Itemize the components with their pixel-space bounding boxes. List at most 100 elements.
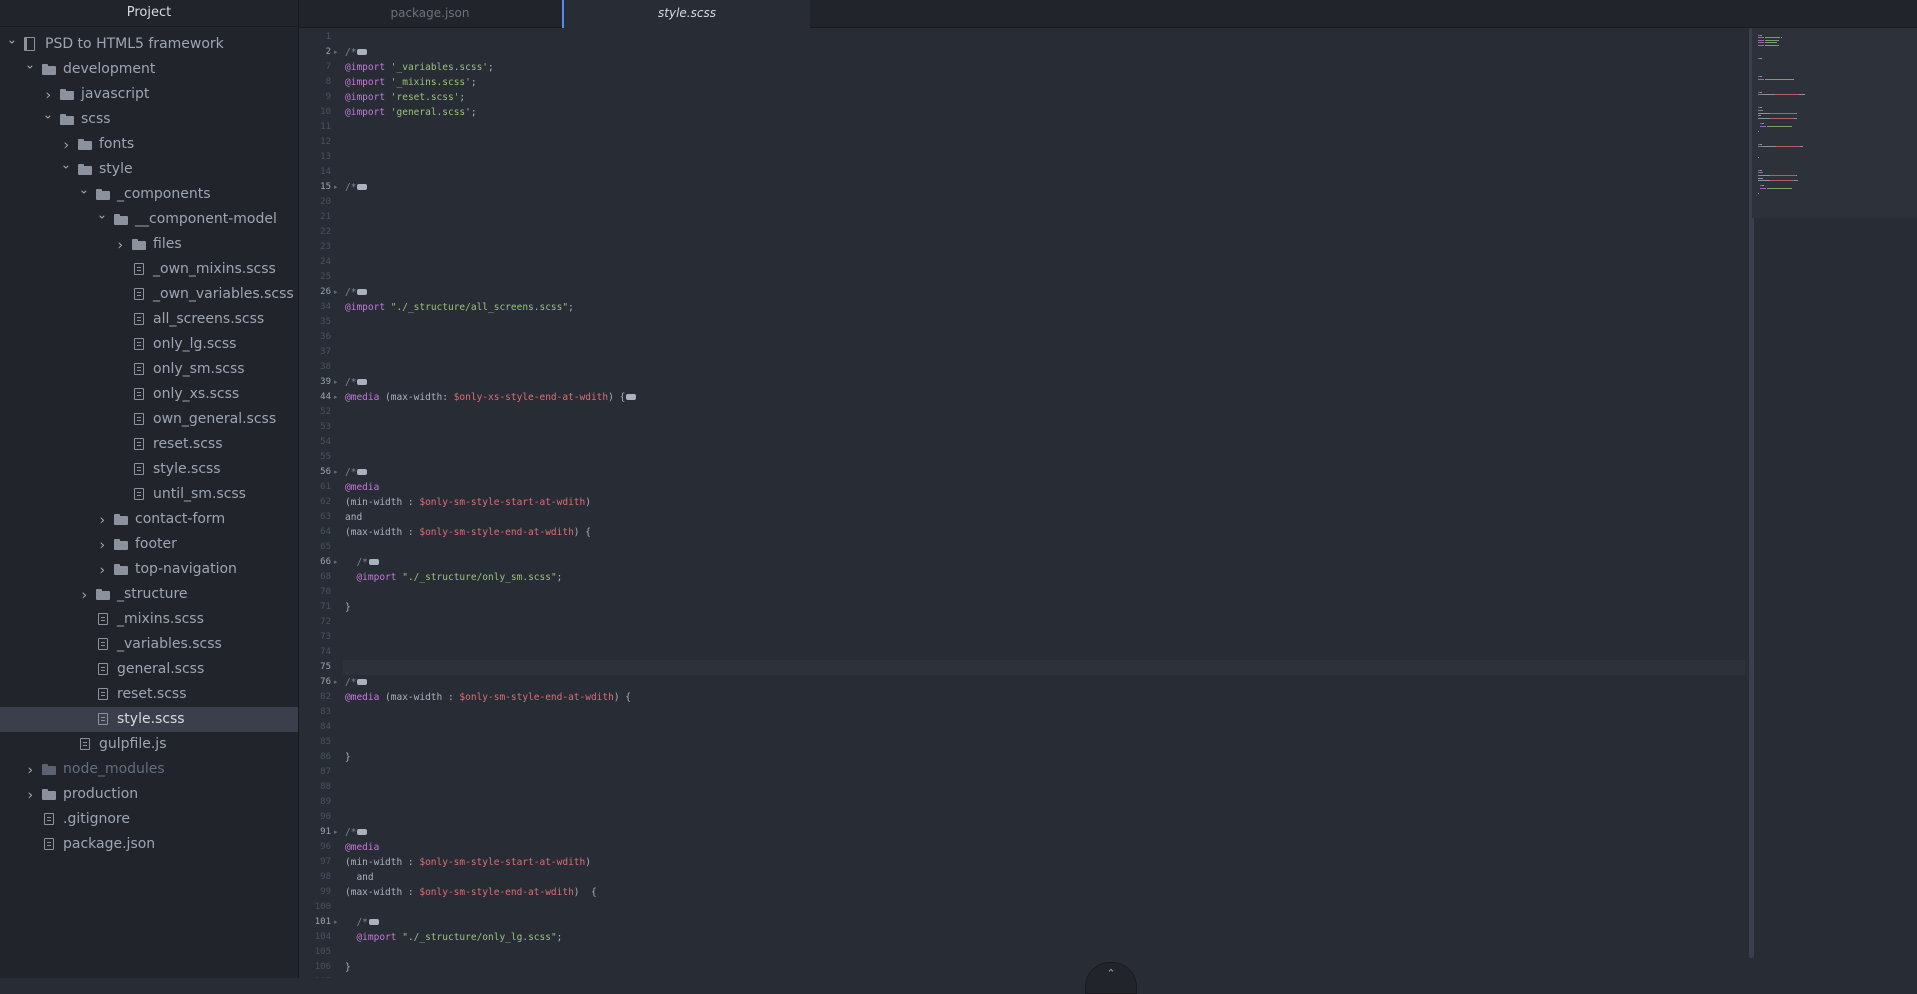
fold-arrow-icon[interactable]: ▸ — [334, 825, 342, 840]
chevron-right-icon[interactable]: › — [42, 82, 54, 107]
fold-arrow-icon[interactable]: ▸ — [334, 915, 342, 930]
tree-file-item[interactable]: only_xs.scss — [0, 382, 298, 407]
fold-arrow-icon[interactable]: ▸ — [334, 45, 342, 60]
tree-file-item[interactable]: style.scss — [0, 707, 298, 732]
tree-file-item[interactable]: own_general.scss — [0, 407, 298, 432]
tree-folder-item[interactable]: › fonts — [0, 132, 298, 157]
folded-code-marker[interactable] — [357, 48, 368, 55]
code-token: $only-sm-style-end-at-wdith — [419, 887, 574, 898]
tree-file-item[interactable]: gulpfile.js — [0, 732, 298, 757]
chevron-down-icon[interactable]: ⌄ — [24, 57, 36, 82]
tree-file-item[interactable]: _own_mixins.scss — [0, 257, 298, 282]
tree-file-item[interactable]: _mixins.scss — [0, 607, 298, 632]
tree-file-item[interactable]: only_sm.scss — [0, 357, 298, 382]
code-line: /* — [345, 375, 368, 390]
code-token: } — [345, 602, 351, 613]
tree-file-item[interactable]: until_sm.scss — [0, 482, 298, 507]
folded-code-marker[interactable] — [368, 918, 379, 925]
tree-file-item[interactable]: only_lg.scss — [0, 332, 298, 357]
fold-arrow-icon[interactable]: ▸ — [334, 675, 342, 690]
chevron-down-icon[interactable]: ⌄ — [60, 157, 72, 182]
tree-file-item[interactable]: _own_variables.scss — [0, 282, 298, 307]
chevron-right-icon[interactable]: › — [96, 532, 108, 557]
tree-folder-item[interactable]: › javascript — [0, 82, 298, 107]
folded-code-marker[interactable] — [357, 183, 368, 190]
chevron-right-icon[interactable]: › — [24, 757, 36, 782]
tree-folder-item[interactable]: ⌄ development — [0, 57, 298, 82]
code-token: @import — [345, 302, 386, 313]
tree-file-item[interactable]: reset.scss — [0, 682, 298, 707]
code-token: and — [345, 512, 363, 523]
chevron-down-icon[interactable]: ⌄ — [42, 107, 54, 132]
chevron-down-icon[interactable]: ⌄ — [6, 32, 18, 57]
tree-folder-item[interactable]: › node_modules — [0, 757, 298, 782]
tree-folder-item[interactable]: › production — [0, 782, 298, 807]
chevron-right-icon[interactable]: › — [78, 582, 90, 607]
folded-code-marker[interactable] — [357, 678, 368, 685]
code-area[interactable]: /* @import '_variables.scss'; @import '_mi… — [345, 28, 1745, 978]
chevron-right-icon[interactable]: › — [24, 782, 36, 807]
chevron-right-icon[interactable]: › — [96, 507, 108, 532]
code-token: ) { — [613, 692, 632, 703]
tab-active[interactable]: style.scss — [562, 0, 810, 28]
code-line: @import "./_structure/all_screens.scss"; — [345, 300, 574, 315]
folded-code-marker[interactable] — [357, 288, 368, 295]
fold-arrow-icon[interactable]: ▸ — [334, 555, 342, 570]
tree-file-item[interactable]: .gitignore — [0, 807, 298, 832]
folded-code-marker[interactable] — [626, 393, 637, 400]
tree-folder-item[interactable]: › files — [0, 232, 298, 257]
tree-file-item[interactable]: _variables.scss — [0, 632, 298, 657]
chevron-right-icon[interactable]: › — [60, 132, 72, 157]
fold-arrow-icon[interactable]: ▸ — [334, 285, 342, 300]
chevron-down-icon[interactable]: ⌄ — [78, 182, 90, 207]
chevron-right-icon[interactable]: › — [96, 557, 108, 582]
fold-arrow-icon[interactable]: ▸ — [334, 465, 342, 480]
chevron-down-icon[interactable]: ⌄ — [96, 207, 108, 232]
line-number: 75 — [320, 662, 331, 672]
tree-item-label: only_xs.scss — [153, 386, 240, 402]
tree-file-item[interactable]: reset.scss — [0, 432, 298, 457]
code-line: @media (max-width : $only-sm-style-end-a… — [345, 690, 631, 705]
tree-file-item[interactable]: all_screens.scss — [0, 307, 298, 332]
tree-folder-item[interactable]: › _structure — [0, 582, 298, 607]
folded-code-marker[interactable] — [357, 828, 368, 835]
tree-folder-item[interactable]: › contact-form — [0, 507, 298, 532]
tree-item-label: .gitignore — [63, 811, 130, 827]
panel-title: Project — [0, 0, 298, 27]
tree-folder-item[interactable]: ⌄ __component-model — [0, 207, 298, 232]
tree-folder-item[interactable]: › top-navigation — [0, 557, 298, 582]
tree-folder-item[interactable]: ⌄ _components — [0, 182, 298, 207]
tree-folder-item[interactable]: ⌄ PSD to HTML5 framework — [0, 32, 298, 57]
tree-item-label: style.scss — [153, 461, 221, 477]
tree-folder-item[interactable]: › footer — [0, 532, 298, 557]
folded-code-marker[interactable] — [368, 558, 379, 565]
tree-file-item[interactable]: general.scss — [0, 657, 298, 682]
tree-file-item[interactable]: style.scss — [0, 457, 298, 482]
line-number: 13 — [320, 152, 331, 162]
folded-code-marker[interactable] — [357, 378, 368, 385]
line-number: 63 — [320, 512, 331, 522]
code-token: /* — [356, 917, 368, 928]
line-number: 38 — [320, 362, 331, 372]
minimap-line — [1767, 125, 1792, 127]
folder-icon — [78, 164, 92, 175]
tab[interactable]: package.json — [299, 0, 561, 27]
line-number: 15 — [320, 182, 331, 192]
fold-arrow-icon[interactable]: ▸ — [334, 375, 342, 390]
tree-item-label: PSD to HTML5 framework — [45, 36, 224, 52]
fold-arrow-icon[interactable]: ▸ — [334, 180, 342, 195]
tree-item-label: general.scss — [117, 661, 205, 677]
minimap-line — [1769, 112, 1796, 114]
tree-folder-item[interactable]: ⌄ scss — [0, 107, 298, 132]
tree-file-item[interactable]: package.json — [0, 832, 298, 857]
minimap-line — [1763, 94, 1776, 96]
chevron-right-icon[interactable]: › — [114, 232, 126, 257]
tree-folder-item[interactable]: ⌄ style — [0, 157, 298, 182]
fold-arrow-icon[interactable]: ▸ — [334, 390, 342, 405]
tree-item-label: _structure — [117, 586, 188, 602]
minimap-line — [1758, 180, 1770, 182]
minimap[interactable] — [1752, 28, 1917, 218]
file-text-icon — [134, 263, 144, 275]
code-editor[interactable]: 1 2 ▸ 7 8 9 10 11 12 13 14 15 ▸ 20 21 22 23 24 25 26 ▸ 34 35 36… — [299, 28, 1749, 978]
folded-code-marker[interactable] — [357, 468, 368, 475]
